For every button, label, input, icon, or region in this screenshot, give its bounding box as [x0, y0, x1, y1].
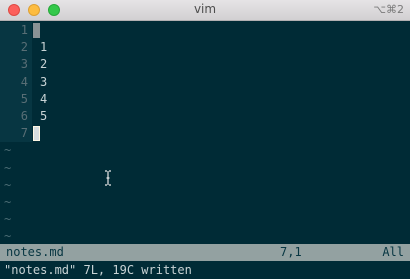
empty-line-marker: ~	[0, 160, 410, 177]
status-line: notes.md 7,1 All	[0, 244, 410, 261]
buffer-line: 6 5	[0, 107, 410, 126]
line-number: 4	[0, 73, 32, 91]
ibeam-cursor-icon	[105, 170, 111, 186]
line-number: 3	[0, 56, 32, 74]
tilde-glyph: ~	[4, 177, 12, 192]
line-number: 2	[0, 39, 32, 57]
line-text: 2	[40, 57, 48, 72]
command-line[interactable]: "notes.md" 7L, 19C written	[4, 262, 192, 279]
cursor-marker	[33, 23, 40, 38]
tilde-glyph: ~	[4, 160, 12, 175]
line-text: 4	[40, 91, 48, 106]
window-title: vim	[193, 2, 217, 16]
tilde-glyph: ~	[4, 229, 12, 244]
empty-line-marker: ~	[0, 211, 410, 228]
buffer-line: 4 3	[0, 73, 410, 91]
line-number: 6	[0, 107, 32, 126]
line-text: 3	[40, 74, 48, 89]
scroll-indicator: All	[382, 245, 404, 259]
line-number: 7	[0, 125, 32, 143]
buffer-line: 2 1	[0, 39, 410, 57]
buffer-line: 1	[0, 22, 410, 40]
line-number: 5	[0, 90, 32, 108]
terminal-window: vim ⌥⌘2 1 2 1 3 2 4 3 5 4 6 5 7 ~ ~ ~ ~ …	[0, 0, 410, 279]
empty-line-marker: ~	[0, 142, 410, 159]
text-cursor	[33, 126, 40, 142]
line-number: 1	[0, 22, 32, 40]
empty-line-marker: ~	[0, 194, 410, 211]
buffer-line: 3 2	[0, 56, 410, 74]
status-filename: notes.md	[6, 245, 64, 259]
line-text: 5	[40, 108, 48, 123]
title-bar[interactable]: vim ⌥⌘2	[0, 0, 410, 21]
line-text: 1	[40, 40, 48, 55]
buffer-line: 5 4	[0, 90, 410, 108]
tilde-glyph: ~	[4, 212, 12, 227]
tilde-glyph: ~	[4, 143, 12, 158]
tilde-glyph: ~	[4, 194, 12, 209]
empty-line-marker: ~	[0, 228, 410, 245]
cursor-position: 7,1	[280, 245, 302, 259]
window-shortcut: ⌥⌘2	[373, 3, 404, 16]
buffer-line: 7	[0, 125, 410, 143]
empty-line-marker: ~	[0, 177, 410, 194]
vim-buffer[interactable]: 1 2 1 3 2 4 3 5 4 6 5 7 ~ ~ ~ ~ ~ ~	[0, 22, 410, 245]
